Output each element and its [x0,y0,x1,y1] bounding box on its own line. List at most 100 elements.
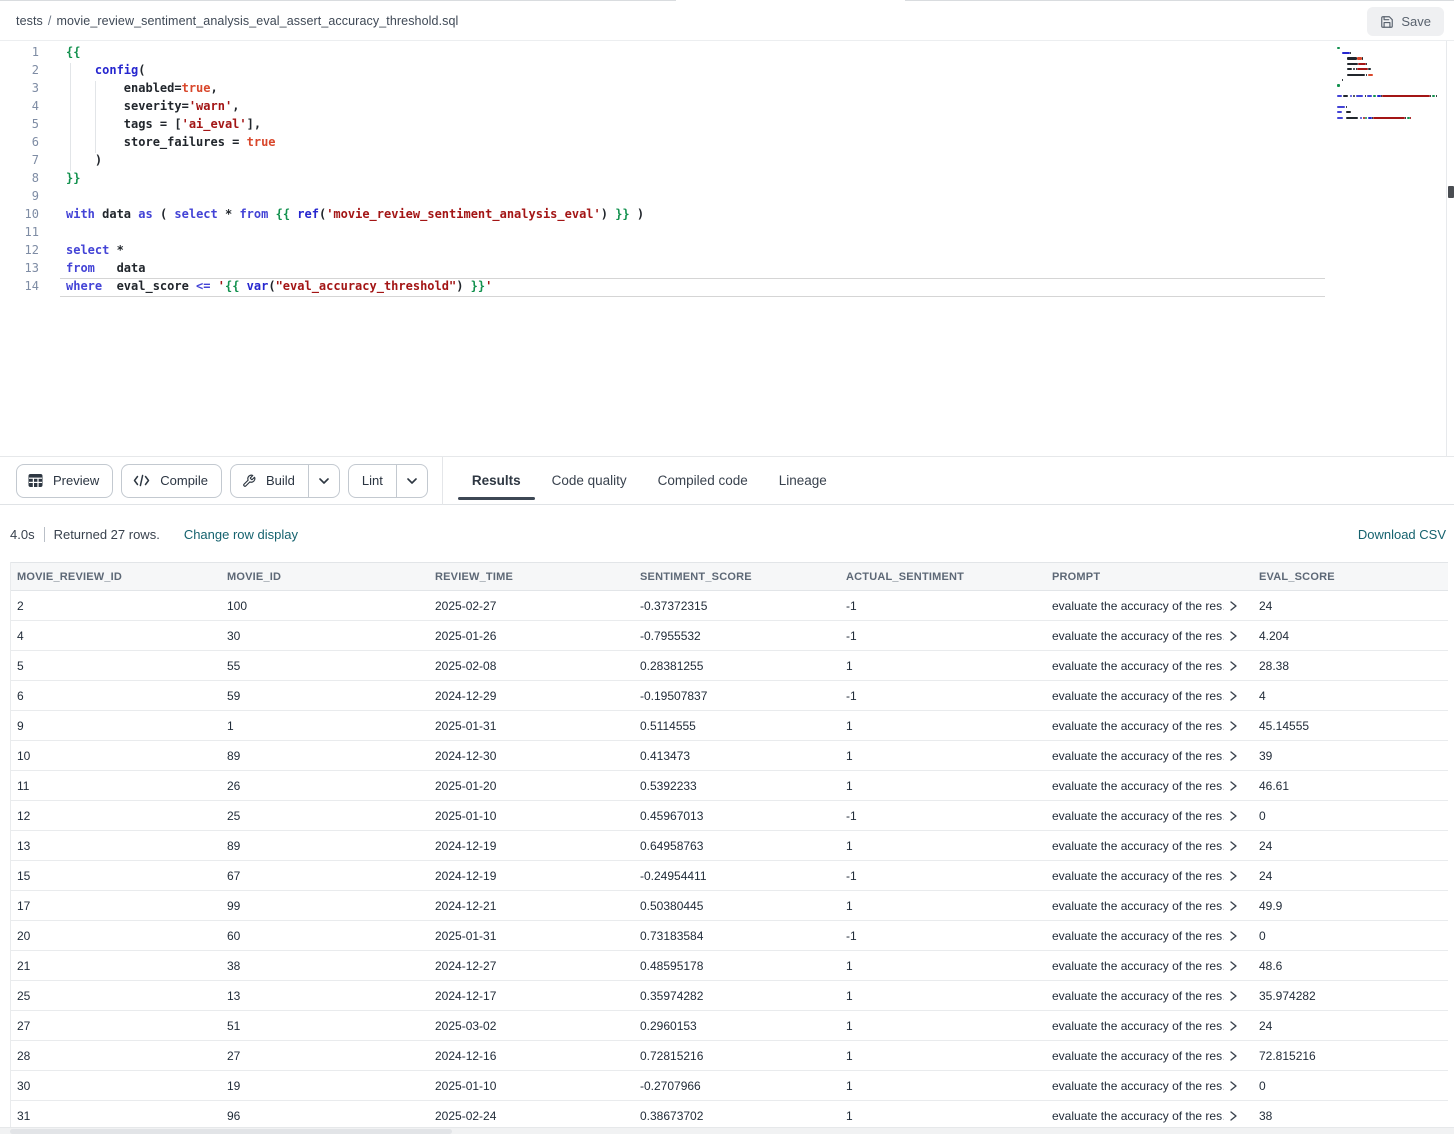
code-token: select [66,243,109,257]
prompt-text: evaluate the accuracy of the res… [1052,959,1224,973]
code-line-14[interactable]: where eval_score <= '{{ var("eval_accura… [66,279,644,297]
table-row: 31962025-02-240.386737021evaluate the ac… [11,1101,1448,1128]
cell-prompt: evaluate the accuracy of the res… [1046,1101,1253,1128]
prompt-expand-icon[interactable] [1230,1081,1237,1091]
prompt-expand-icon[interactable] [1230,841,1237,851]
code-line-10[interactable]: with data as ( select * from {{ ref('mov… [66,207,644,225]
code-token: ) [456,279,470,293]
prompt-expand-icon[interactable] [1230,1051,1237,1061]
code-token: enabled= [66,81,182,95]
prompt-expand-icon[interactable] [1230,1111,1237,1121]
line-number: 10 [0,207,46,225]
table-row: 21382024-12-270.485951781evaluate the ac… [11,951,1448,981]
code-token: {{ [276,207,290,221]
h-scrollbar-track[interactable] [0,1127,1454,1134]
cell-eval_score: 38 [1253,1101,1448,1128]
column-header-sentiment_score: SENTIMENT_SCORE [634,563,840,591]
editor-code[interactable]: {{ config( enabled=true, severity='warn'… [66,45,644,297]
code-token: {{ [66,45,80,59]
code-line-3[interactable]: enabled=true, [66,81,644,99]
code-token: }} [66,171,80,185]
prompt-expand-icon[interactable] [1230,751,1237,761]
table-row: 27512025-03-020.29601531evaluate the acc… [11,1011,1448,1041]
prompt-expand-icon[interactable] [1230,721,1237,731]
tab-compiled-code[interactable]: Compiled code [644,457,762,504]
code-line-11[interactable] [66,225,644,243]
code-token: eval_score [102,279,196,293]
code-token: ) [66,153,102,167]
cell-review_time: 2025-01-20 [429,771,634,801]
code-line-7[interactable]: ) [66,153,644,171]
save-button[interactable]: Save [1367,7,1444,36]
code-token: tags = [ [66,117,182,131]
compile-button[interactable]: Compile [121,464,222,498]
code-token: 'ai_eval' [182,117,247,131]
cell-sentiment_score: 0.28381255 [634,651,840,681]
prompt-expand-icon[interactable] [1230,781,1237,791]
tab-lineage[interactable]: Lineage [765,457,841,504]
code-line-2[interactable]: config( [66,63,644,81]
line-number: 7 [0,153,46,171]
build-dropdown-toggle[interactable] [309,465,339,497]
code-line-8[interactable]: }} [66,171,644,189]
status-duration: 4.0s [10,527,35,542]
prompt-text: evaluate the accuracy of the res… [1052,599,1224,613]
code-editor[interactable]: 1234567891011121314 {{ config( enabled=t… [0,41,1454,456]
preview-button[interactable]: Preview [16,464,113,498]
prompt-expand-icon[interactable] [1230,631,1237,641]
cell-movie_id: 1 [221,711,429,741]
cell-prompt: evaluate the accuracy of the res… [1046,621,1253,651]
cell-movie_review_id: 28 [11,1041,221,1071]
prompt-expand-icon[interactable] [1230,961,1237,971]
code-line-5[interactable]: tags = ['ai_eval'], [66,117,644,135]
build-button[interactable]: Build [230,464,340,498]
cell-review_time: 2025-02-27 [429,591,634,621]
code-line-9[interactable] [66,189,644,207]
results-table: MOVIE_REVIEW_IDMOVIE_IDREVIEW_TIMESENTIM… [10,562,1448,1127]
column-header-review_time: REVIEW_TIME [429,563,634,591]
h-scrollbar-thumb[interactable] [10,1129,452,1134]
cell-movie_id: 13 [221,981,429,1011]
minimap[interactable] [1337,45,1445,120]
code-line-12[interactable]: select * [66,243,644,261]
cell-review_time: 2024-12-17 [429,981,634,1011]
prompt-expand-icon[interactable] [1230,661,1237,671]
code-line-13[interactable]: from data [66,261,644,279]
prompt-expand-icon[interactable] [1230,811,1237,821]
cell-prompt: evaluate the accuracy of the res… [1046,981,1253,1011]
prompt-expand-icon[interactable] [1230,991,1237,1001]
prompt-expand-icon[interactable] [1230,1021,1237,1031]
cell-movie_review_id: 30 [11,1071,221,1101]
cell-sentiment_score: 0.413473 [634,741,840,771]
table-row: 912025-01-310.51145551evaluate the accur… [11,711,1448,741]
line-number: 6 [0,135,46,153]
cell-actual_sentiment: -1 [840,861,1046,891]
cell-movie_review_id: 6 [11,681,221,711]
change-row-display-link[interactable]: Change row display [184,527,298,542]
cell-actual_sentiment: -1 [840,921,1046,951]
cell-eval_score: 48.6 [1253,951,1448,981]
code-line-1[interactable]: {{ [66,45,644,63]
lint-dropdown-toggle[interactable] [397,465,427,497]
prompt-expand-icon[interactable] [1230,901,1237,911]
tab-results[interactable]: Results [458,457,535,504]
prompt-expand-icon[interactable] [1230,871,1237,881]
action-buttons: Preview Compile Build Lint [0,464,428,498]
code-line-4[interactable]: severity='warn', [66,99,644,117]
save-button-label: Save [1401,14,1431,29]
code-token: where [66,279,102,293]
prompt-expand-icon[interactable] [1230,931,1237,941]
code-token: * [218,207,240,221]
editor-scrollbar-thumb[interactable] [1448,186,1454,198]
prompt-expand-icon[interactable] [1230,601,1237,611]
preview-button-label: Preview [43,473,112,488]
breadcrumb-folder[interactable]: tests [16,14,43,28]
download-csv-link[interactable]: Download CSV [1358,527,1446,542]
cell-actual_sentiment: 1 [840,1071,1046,1101]
prompt-expand-icon[interactable] [1230,691,1237,701]
lint-button[interactable]: Lint [348,464,428,498]
cell-movie_review_id: 10 [11,741,221,771]
tab-code-quality[interactable]: Code quality [538,457,641,504]
code-line-6[interactable]: store_failures = true [66,135,644,153]
line-number: 3 [0,81,46,99]
